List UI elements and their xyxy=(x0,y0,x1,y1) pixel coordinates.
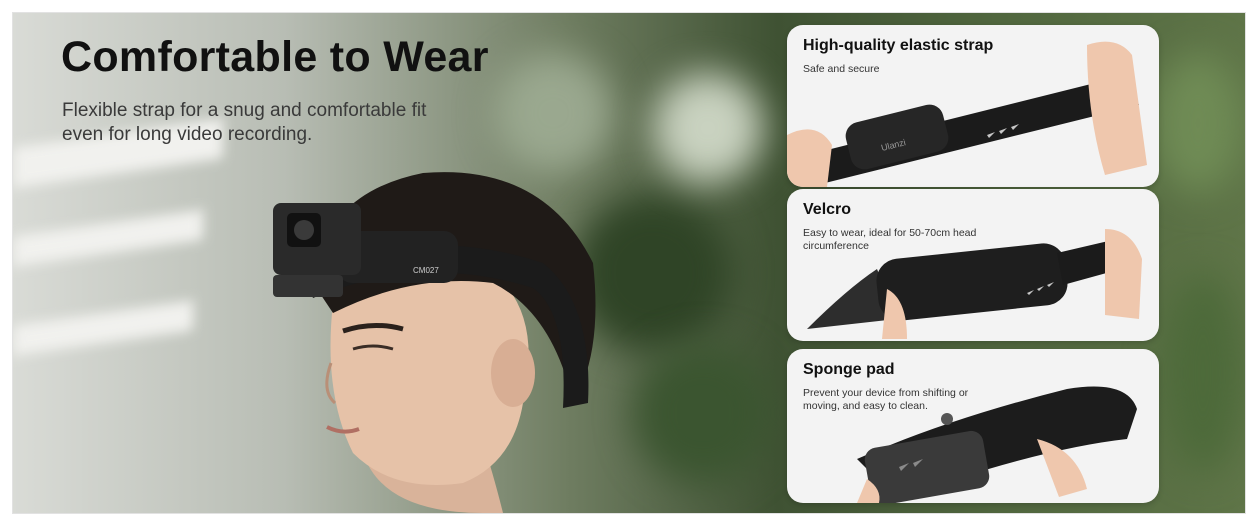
feature-description: Prevent your device from shifting or mov… xyxy=(803,387,969,412)
model-wearing-head-strap: CM027 xyxy=(243,153,663,513)
feature-description: Safe and secure xyxy=(803,63,880,75)
feature-title: Sponge pad xyxy=(803,361,895,378)
hero-subtitle: Flexible strap for a snug and comfortabl… xyxy=(62,100,427,145)
feature-description: Easy to wear, ideal for 50-70cm head cir… xyxy=(803,227,977,252)
feature-card-elastic-strap: Ulanzi High-quality elastic strap Safe a… xyxy=(787,25,1159,187)
feature-title: Velcro xyxy=(803,201,852,218)
product-banner: Comfortable to Wear Flexible strap for a… xyxy=(12,12,1246,514)
feature-title: High-quality elastic strap xyxy=(803,37,994,54)
feature-card-sponge-pad: Sponge pad Prevent your device from shif… xyxy=(787,349,1159,503)
feature-card-velcro: Velcro Easy to wear, ideal for 50-70cm h… xyxy=(787,189,1159,341)
mount-model-label: CM027 xyxy=(413,266,439,275)
page-title: Comfortable to Wear xyxy=(61,33,489,81)
